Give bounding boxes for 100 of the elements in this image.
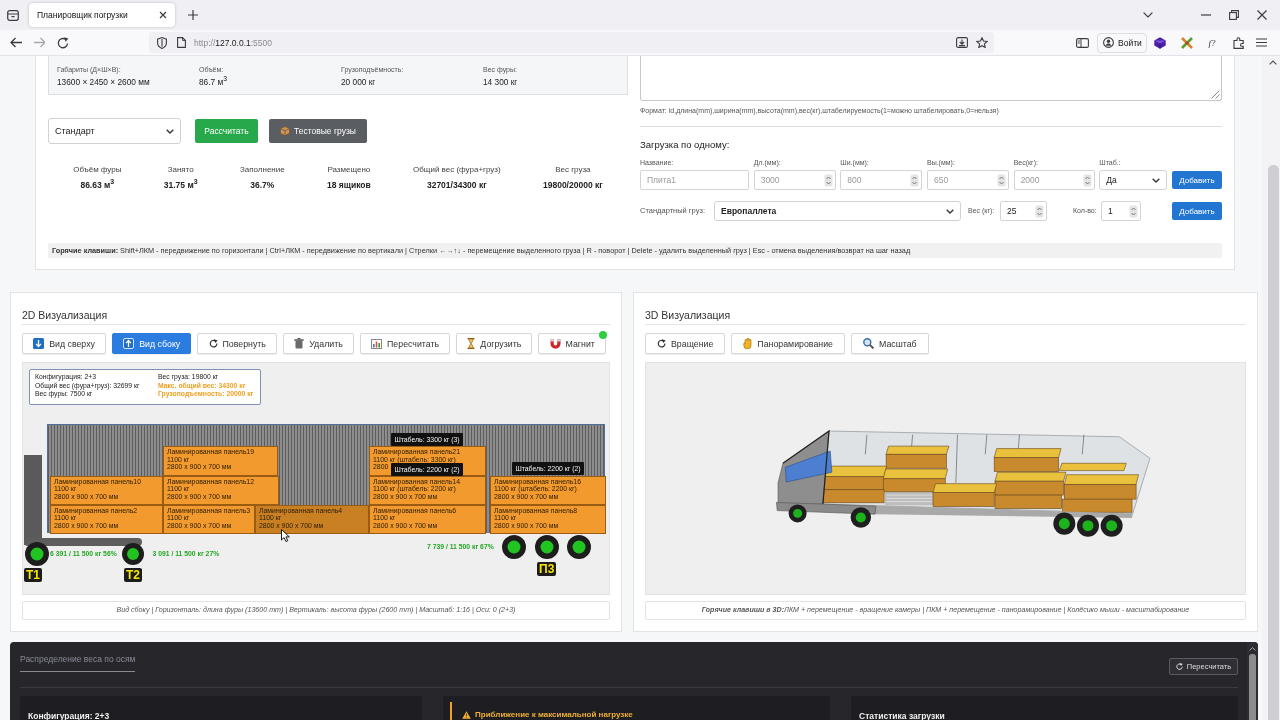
stat-value: 86.63 м$^{3}$	[80, 180, 115, 191]
load-more-button[interactable]: Догрузить	[456, 333, 533, 354]
panel-title: 3D Визуализация	[645, 309, 731, 322]
resize-grip-icon[interactable]	[1211, 90, 1220, 99]
test-cargo-button[interactable]: Тестовые грузы	[269, 119, 367, 143]
account-icon	[1103, 37, 1114, 48]
number-field[interactable]: 650	[926, 170, 1009, 190]
spec-value: 20 000 кг	[341, 77, 376, 88]
add-button[interactable]: Добавить	[1172, 202, 1222, 220]
stat-label: Общий вес (фура+груз)	[413, 165, 501, 175]
scroll-up-icon[interactable]	[1249, 647, 1256, 651]
number-field[interactable]: 2000	[1013, 170, 1095, 190]
spec-value: 14 300 кг	[483, 77, 518, 88]
stat-label: Занято	[167, 165, 194, 175]
close-icon[interactable]	[159, 11, 167, 19]
refresh-icon	[1175, 663, 1183, 670]
puzzle-icon[interactable]	[1233, 36, 1245, 49]
number-field[interactable]: 800	[840, 170, 923, 190]
magnet-icon	[549, 338, 561, 349]
hand-icon	[743, 338, 753, 349]
extension-button[interactable]: f?	[1203, 34, 1221, 51]
close-icon[interactable]	[1257, 10, 1267, 20]
browser-tab[interactable]: Планировщик погрузки	[29, 3, 175, 27]
magnifier-icon	[863, 338, 874, 349]
stat-label: Объём фуры	[73, 165, 122, 175]
section-title: Загрузка по одному:	[640, 139, 731, 150]
scrollbar-thumb[interactable]	[1268, 165, 1279, 720]
stat-label: Размещено	[327, 165, 371, 175]
sidebar-icon[interactable]	[1076, 37, 1089, 48]
panel-title: Распределение веса по осям	[20, 654, 136, 672]
caret-icon	[166, 128, 174, 134]
stat-value: 19800/20000 кг	[542, 180, 603, 191]
spec-value: 86.7 м$^{3}$	[199, 77, 227, 88]
restore-icon[interactable]	[1229, 10, 1239, 20]
caret-icon	[946, 208, 954, 214]
download-icon[interactable]	[956, 37, 968, 48]
magnet-button[interactable]: Магнит	[538, 333, 606, 354]
back-icon[interactable]	[10, 37, 22, 48]
rotate-button[interactable]: Повернуть	[197, 333, 278, 354]
shield-icon	[157, 36, 167, 49]
stat-label: Заполнение	[239, 165, 285, 175]
bar-chart-icon	[371, 338, 383, 349]
hourglass-icon	[467, 338, 476, 349]
cube-icon[interactable]	[1154, 36, 1166, 49]
add-button[interactable]: Добавить	[1171, 171, 1222, 189]
rotate-icon	[657, 339, 666, 348]
pan-button[interactable]: Панорамирование	[731, 333, 845, 354]
wheel-icon	[534, 535, 559, 559]
mouse-pointer-icon	[281, 529, 290, 542]
stat-value: 18 ящиков	[327, 180, 371, 191]
warning-text: Приближение к максимальной нагрузке	[475, 709, 633, 720]
name-field[interactable]: Плита1	[640, 170, 749, 190]
scroll-up-icon[interactable]	[1269, 60, 1277, 65]
card-title: Конфигурация: 2+3	[28, 711, 110, 720]
weight-field[interactable]: 25	[1000, 201, 1047, 221]
scrollbar[interactable]	[1247, 642, 1258, 720]
menu-icon[interactable]	[1256, 38, 1267, 47]
package-icon	[280, 126, 291, 136]
wheel-icon	[501, 535, 526, 559]
panel-title: 2D Визуализация	[22, 309, 108, 322]
rotate-icon	[208, 339, 218, 348]
trash-icon	[294, 338, 305, 349]
wheel-icon	[121, 543, 144, 565]
spec-value: 13600 × 2450 × 2600 мм	[57, 77, 150, 88]
page-icon	[177, 37, 186, 48]
reload-icon[interactable]	[57, 36, 69, 49]
stat-label: Вес груза	[555, 165, 591, 175]
zoom-button[interactable]: Масштаб	[851, 333, 929, 354]
address-bar[interactable]: http://127.0.0.1:5500	[149, 32, 994, 53]
recalculate-button[interactable]: Пересчитать	[359, 333, 451, 354]
chevron-down-icon[interactable]	[1143, 12, 1153, 18]
card-title: Статистика загрузки	[859, 711, 945, 720]
scrollbar-thumb[interactable]	[1249, 654, 1256, 720]
wheel-icon	[567, 535, 591, 559]
scrollbar[interactable]	[1262, 56, 1280, 720]
url-text[interactable]: http://127.0.0.1:5500	[194, 37, 272, 48]
star-icon[interactable]	[976, 37, 988, 48]
side-view-button[interactable]: Вид сбоку	[112, 333, 192, 354]
stat-value: 36.7%	[250, 180, 275, 191]
cross-icon[interactable]	[1181, 36, 1193, 49]
down-arrow-icon	[33, 338, 45, 349]
stat-value: 31.75 м$^{3}$	[163, 180, 198, 191]
axle-label: П3	[537, 562, 557, 576]
rotate-button[interactable]: Вращение	[645, 333, 726, 354]
caret-icon	[1152, 177, 1161, 183]
mode-select[interactable]: Стандарт	[48, 118, 181, 144]
sign-in-button[interactable]: Войти	[1097, 32, 1147, 53]
up-arrow-icon	[123, 338, 135, 349]
delete-button[interactable]: Удалить	[283, 333, 354, 354]
tabs-icon[interactable]	[7, 9, 19, 21]
stat-value: 32701/34300 кг	[426, 180, 487, 191]
number-field[interactable]: 3000	[753, 170, 836, 190]
plus-icon[interactable]	[188, 10, 198, 20]
wheel-icon	[24, 542, 49, 566]
cargo-list-field[interactable]	[640, 56, 1222, 101]
cargo-type-select[interactable]: Европаллета	[714, 201, 961, 221]
stackable-select[interactable]: Да	[1099, 170, 1168, 190]
top-view-button[interactable]: Вид сверху	[22, 333, 107, 354]
axle-label: Т2	[124, 568, 142, 582]
axle-label: Т1	[24, 568, 42, 582]
